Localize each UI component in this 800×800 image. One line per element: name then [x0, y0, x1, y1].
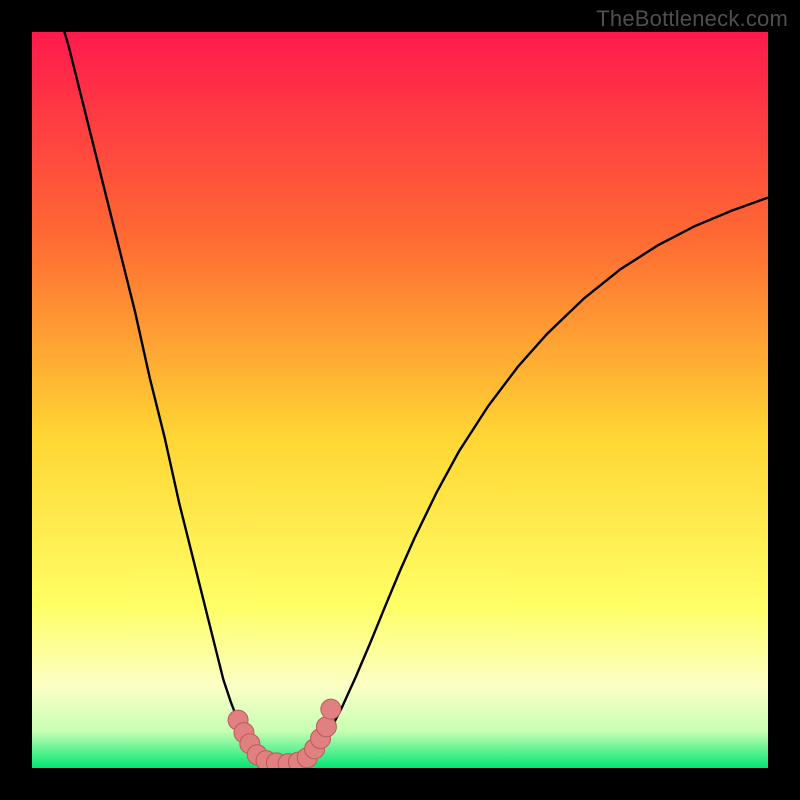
frame-black-border: TheBottleneck.com [0, 0, 800, 800]
marker-dot [316, 717, 336, 737]
plot-area [32, 32, 768, 768]
marker-dot [321, 699, 341, 719]
gradient-background [32, 32, 768, 768]
chart-svg [32, 32, 768, 768]
watermark-text: TheBottleneck.com [596, 6, 788, 32]
